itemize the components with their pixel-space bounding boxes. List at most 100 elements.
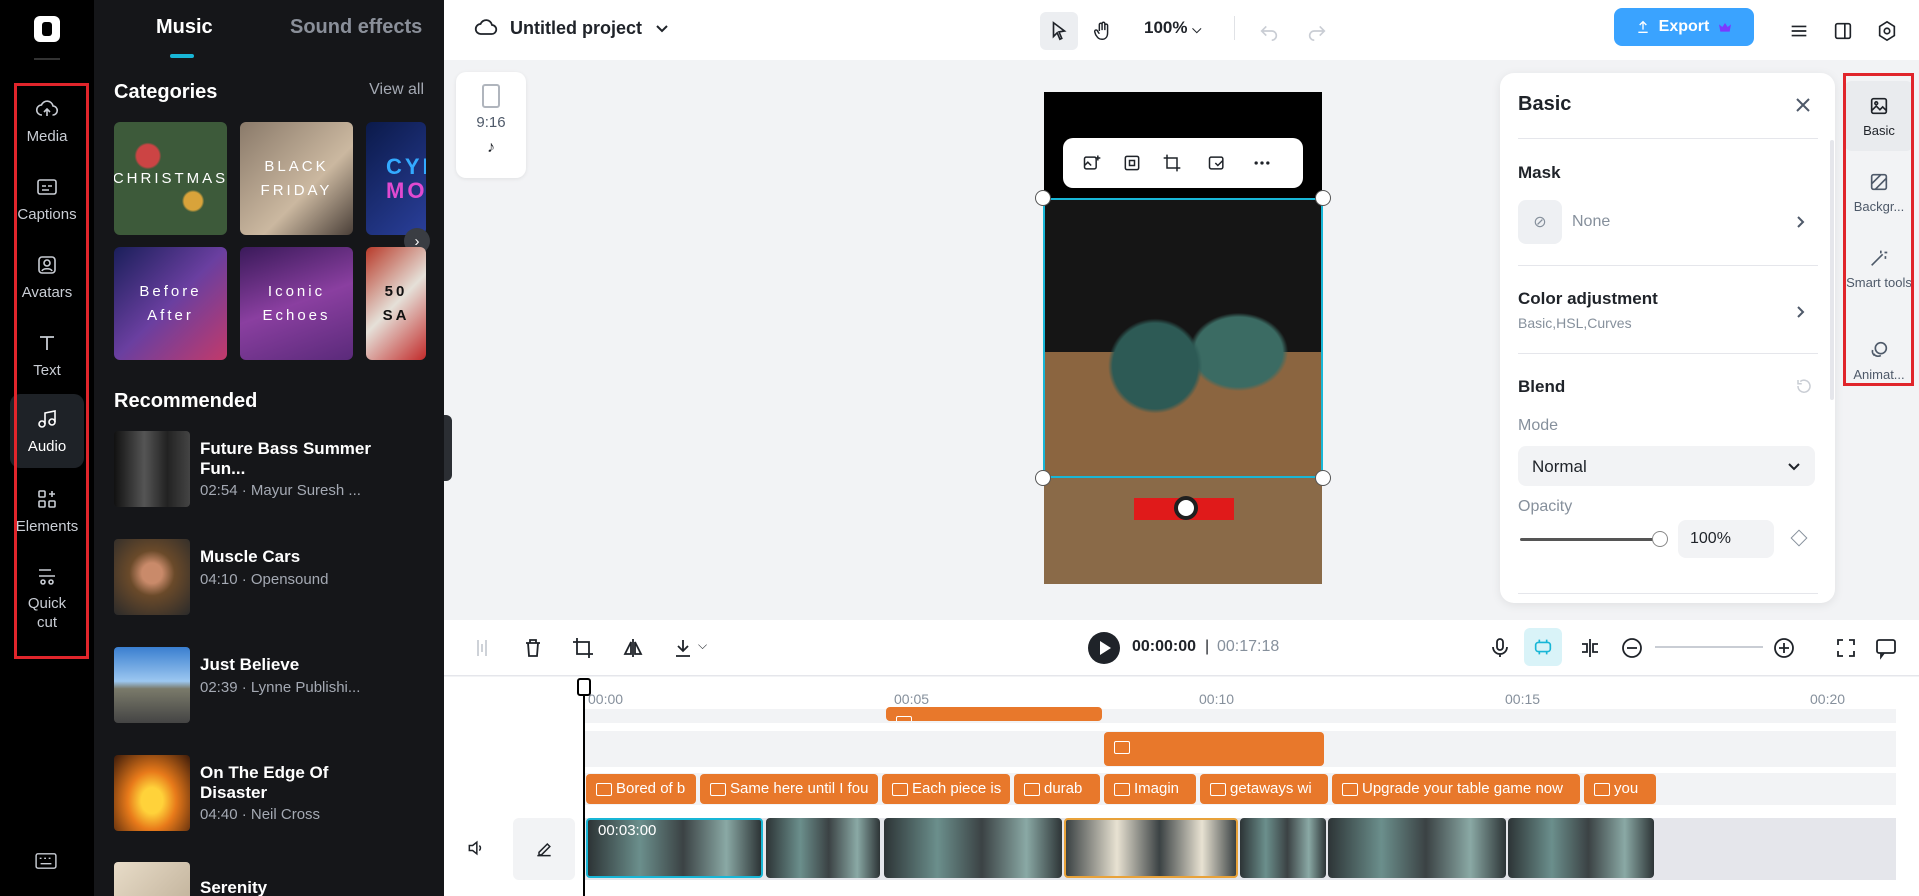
category-black-friday[interactable]: BLACK FRIDAY [240, 122, 353, 235]
total-time: 00:17:18 [1217, 638, 1280, 655]
resize-handle[interactable] [1315, 190, 1331, 206]
no-mask-icon[interactable]: ⊘ [1518, 200, 1562, 244]
track-item[interactable]: Just Believe 02:39 · Lynne Publishi... [114, 647, 434, 723]
caption-clip[interactable]: Same here until I fou [700, 774, 878, 804]
category-sale[interactable]: 50 SA [366, 247, 426, 360]
caption-clip[interactable]: Each piece is [882, 774, 1010, 804]
track-title: On The Edge Of Disaster [200, 763, 329, 802]
project-menu[interactable]: Untitled project [474, 16, 670, 40]
video-clip[interactable] [1064, 818, 1238, 878]
layout-button[interactable] [1824, 12, 1862, 50]
track-item[interactable]: Muscle Cars 04:10 · Opensound [114, 539, 434, 615]
caption-clip[interactable]: Imagin [1104, 774, 1196, 804]
layers-button[interactable] [1780, 12, 1818, 50]
caption-clip[interactable]: durab [1014, 774, 1100, 804]
opacity-slider-track[interactable] [1520, 538, 1660, 541]
aspect-ratio-card[interactable]: 9:16 ♪ [456, 72, 526, 178]
caption-clip[interactable]: Bored of b [586, 774, 696, 804]
category-cyber-monday[interactable]: CYB MON [366, 122, 426, 235]
replace-image-button[interactable] [1077, 148, 1107, 178]
close-icon[interactable] [1793, 95, 1813, 115]
keyframe-icon[interactable] [1790, 529, 1808, 547]
playhead-handle[interactable] [577, 678, 591, 696]
crop-button[interactable] [1157, 148, 1187, 178]
color-adjustment-label[interactable]: Color adjustment [1518, 289, 1658, 309]
video-clip[interactable] [766, 818, 880, 878]
app-logo[interactable] [34, 16, 60, 42]
track-item[interactable]: Serenity [114, 862, 434, 896]
select-tool-button[interactable] [1040, 12, 1078, 50]
split-icon[interactable] [470, 636, 494, 660]
caption-clip[interactable]: you [1584, 774, 1656, 804]
video-clip[interactable] [1240, 818, 1326, 878]
delete-icon[interactable] [521, 636, 545, 660]
video-clip[interactable] [1328, 818, 1506, 878]
tab-sound-effects[interactable]: Sound effects [290, 16, 422, 39]
reset-icon[interactable] [1795, 377, 1813, 395]
zoom-in-icon[interactable] [1772, 636, 1796, 660]
comment-icon[interactable] [1874, 636, 1898, 660]
project-name: Untitled project [510, 17, 643, 38]
remove-bg-button[interactable] [1197, 148, 1237, 178]
resize-handle[interactable] [1035, 470, 1051, 486]
playhead[interactable] [583, 680, 585, 896]
edit-cover-button[interactable] [513, 818, 575, 880]
crop-icon[interactable] [571, 636, 595, 660]
flip-icon[interactable] [621, 636, 645, 660]
hand-tool-button[interactable] [1084, 12, 1122, 50]
overlay-sticker[interactable] [1134, 496, 1234, 520]
resize-handle[interactable] [1035, 190, 1051, 206]
mask-value[interactable]: None [1572, 213, 1610, 231]
zoom-out-icon[interactable] [1620, 636, 1644, 660]
caption-clip[interactable]: getaways wi [1200, 774, 1328, 804]
play-button[interactable] [1088, 632, 1120, 664]
audio-library-panel: Music Sound effects Categories View all … [94, 0, 444, 896]
more-button[interactable] [1247, 148, 1277, 178]
auto-snap-button[interactable] [1524, 628, 1562, 666]
chevron-down-icon[interactable]: ⌵ [698, 638, 707, 653]
caption-clip[interactable]: Upgrade your table game now [1332, 774, 1580, 804]
category-iconic-echoes[interactable]: Iconic Echoes [240, 247, 353, 360]
timeline-zoom-slider[interactable] [1655, 646, 1763, 648]
category-label: After [147, 306, 194, 324]
redo-button[interactable] [1298, 12, 1336, 50]
video-clip[interactable] [1508, 818, 1654, 878]
selection-box[interactable] [1043, 198, 1323, 478]
opacity-input[interactable]: 100% [1678, 520, 1774, 558]
blend-mode-select[interactable]: Normal [1518, 446, 1815, 486]
tab-music[interactable]: Music [156, 16, 213, 39]
chevron-right-icon[interactable] [1793, 305, 1807, 319]
track-meta: 02:39 · Lynne Publishi... [200, 679, 361, 696]
undo-button[interactable] [1250, 12, 1288, 50]
track-item[interactable]: Future Bass Summer Fun... 02:54 · Mayur … [114, 431, 434, 507]
chevron-right-icon[interactable] [1793, 215, 1807, 229]
divider [1518, 265, 1818, 266]
fit-button[interactable] [1117, 148, 1147, 178]
category-before-after[interactable]: Before After [114, 247, 227, 360]
keyboard-icon[interactable] [35, 852, 57, 870]
view-all-link[interactable]: View all [369, 81, 424, 99]
export-button[interactable]: Export [1614, 8, 1754, 46]
track-thumbnail [114, 431, 190, 507]
collapse-panel-handle[interactable] [444, 415, 452, 481]
track-title: Future Bass Summer Fun... [200, 439, 371, 478]
layers-icon [1791, 25, 1807, 37]
download-icon[interactable] [671, 636, 695, 660]
opacity-slider-knob[interactable] [1652, 531, 1668, 547]
undo-icon [1260, 25, 1278, 41]
category-label: Iconic [267, 282, 326, 300]
color-adjustment-sub: Basic,HSL,Curves [1518, 315, 1632, 331]
video-clip[interactable] [884, 818, 1062, 878]
zoom-select[interactable]: 100% ⌵ [1144, 18, 1201, 38]
panel-scrollbar[interactable] [1830, 140, 1834, 400]
category-christmas[interactable]: CHRISTMAS [114, 122, 227, 235]
split-view-icon[interactable] [1578, 636, 1602, 660]
track-item[interactable]: On The Edge Of Disaster 04:40 · Neil Cro… [114, 755, 434, 831]
text-clip[interactable] [886, 707, 1102, 721]
settings-button[interactable] [1868, 12, 1906, 50]
resize-handle[interactable] [1315, 470, 1331, 486]
text-clip[interactable] [1104, 732, 1324, 766]
fullscreen-icon[interactable] [1834, 636, 1858, 660]
microphone-icon[interactable] [1488, 636, 1512, 660]
volume-icon[interactable] [466, 838, 486, 858]
